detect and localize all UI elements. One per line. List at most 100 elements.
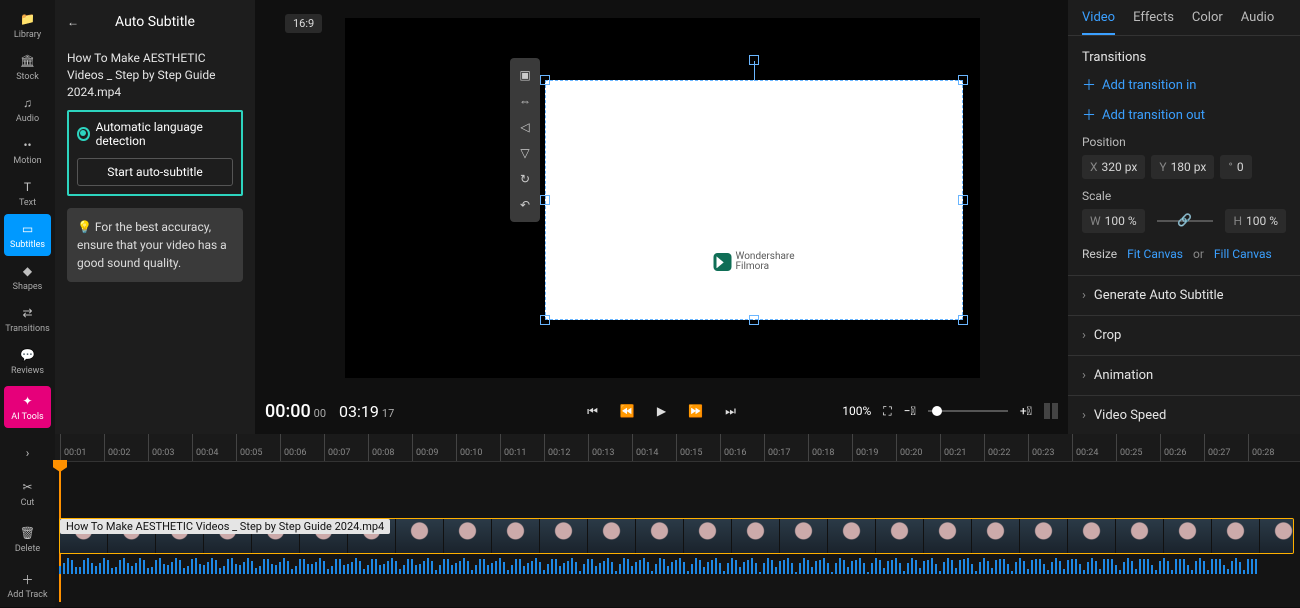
fill-canvas-link[interactable]: Fill Canvas bbox=[1214, 247, 1272, 261]
position-y-field[interactable]: Y180 px bbox=[1151, 155, 1214, 179]
add-transition-out-label: Add transition out bbox=[1102, 108, 1205, 123]
handle-ml[interactable] bbox=[540, 195, 550, 205]
rail-ai-tools[interactable]: ✦AI Tools bbox=[4, 386, 51, 428]
duration: 03:19 bbox=[339, 402, 379, 421]
rotate-handle[interactable] bbox=[749, 55, 759, 65]
forward-button[interactable]: ⏩ bbox=[688, 404, 703, 418]
selected-clip-frame[interactable]: Wondershare Filmora bbox=[545, 80, 963, 320]
inspector-accordions: ›Generate Auto Subtitle ›Crop ›Animation… bbox=[1068, 275, 1300, 436]
undo-icon[interactable]: ↶ bbox=[516, 196, 534, 214]
ruler-label: 00:19 bbox=[856, 448, 878, 458]
ruler-label: 00:14 bbox=[636, 448, 658, 458]
handle-tr[interactable] bbox=[958, 75, 968, 85]
start-auto-subtitle-button[interactable]: Start auto-subtitle bbox=[77, 158, 233, 186]
acc-video-speed[interactable]: ›Video Speed bbox=[1068, 396, 1300, 436]
ruler-label: 00:11 bbox=[504, 448, 526, 458]
tab-effects[interactable]: Effects bbox=[1133, 10, 1174, 35]
ruler-label: 00:17 bbox=[768, 448, 790, 458]
rail-subtitles[interactable]: ▭Subtitles bbox=[4, 214, 51, 256]
fit-tool-icon[interactable]: ⇔ bbox=[516, 92, 534, 110]
fit-canvas-link[interactable]: Fit Canvas bbox=[1127, 247, 1183, 261]
clip-thumb bbox=[1020, 519, 1068, 553]
auto-detect-label: Automatic language detection bbox=[96, 120, 233, 148]
rail-transitions[interactable]: ⇄Transitions bbox=[0, 298, 55, 340]
add-transition-out[interactable]: ＋Add transition out bbox=[1082, 105, 1286, 125]
play-button[interactable]: ▶ bbox=[657, 404, 666, 418]
ruler-tick: 00:27 bbox=[1204, 434, 1205, 461]
playhead-handle-icon[interactable] bbox=[53, 460, 67, 472]
scale-w-field[interactable]: W100 % bbox=[1082, 209, 1145, 233]
ruler-tick: 00:08 bbox=[368, 434, 369, 461]
rail-text[interactable]: TText bbox=[0, 172, 55, 214]
timeline-rail: › ✂Cut 🗑Delete ＋Add Track bbox=[0, 436, 55, 608]
acc-animation[interactable]: ›Animation bbox=[1068, 356, 1300, 396]
lock-icon[interactable]: 🔗 bbox=[1177, 213, 1193, 229]
rail-reviews[interactable]: 💬Reviews bbox=[0, 340, 55, 382]
ruler-tick: 00:06 bbox=[280, 434, 281, 461]
zoom-thumb[interactable] bbox=[932, 406, 942, 416]
auto-detect-row[interactable]: Automatic language detection bbox=[77, 120, 233, 148]
compare-button[interactable] bbox=[1044, 403, 1058, 419]
rail-subtitles-label: Subtitles bbox=[10, 240, 45, 250]
fullscreen-button[interactable]: ⛶ bbox=[883, 404, 891, 419]
tab-audio[interactable]: Audio bbox=[1241, 10, 1274, 35]
scale-slider[interactable]: 🔗 bbox=[1157, 220, 1214, 222]
handle-tl[interactable] bbox=[540, 75, 550, 85]
tab-video[interactable]: Video bbox=[1082, 10, 1115, 35]
rail-delete[interactable]: 🗑Delete bbox=[0, 516, 55, 562]
acc-generate-auto-subtitle[interactable]: ›Generate Auto Subtitle bbox=[1068, 276, 1300, 316]
handle-bl[interactable] bbox=[540, 315, 550, 325]
chevron-right-icon: › bbox=[1082, 288, 1086, 303]
rail-motion[interactable]: ••Motion bbox=[0, 130, 55, 172]
timecode: 00:00 00 03:19 17 bbox=[265, 401, 394, 422]
back-button[interactable]: ← bbox=[67, 15, 79, 29]
scale-h-field[interactable]: H100 % bbox=[1225, 209, 1286, 233]
rail-cut[interactable]: ✂Cut bbox=[0, 470, 55, 516]
chevron-right-icon: › bbox=[1082, 328, 1086, 343]
add-transition-in[interactable]: ＋Add transition in bbox=[1082, 75, 1286, 95]
player-bar: 00:00 00 03:19 17 ⏮ ⏪ ▶ ⏩ ⏭ 100% ⛶ −⃝ +⃝ bbox=[265, 388, 1058, 434]
rotate-cw-icon[interactable]: ↻ bbox=[516, 170, 534, 188]
track-area[interactable]: How To Make AESTHETIC Videos _ Step by S… bbox=[55, 462, 1300, 572]
current-frames: 00 bbox=[314, 407, 326, 420]
x-value: 320 px bbox=[1102, 160, 1138, 174]
clip-thumb bbox=[1068, 519, 1116, 553]
resize-or: or bbox=[1193, 247, 1204, 261]
h-prefix: H bbox=[1233, 214, 1242, 228]
ruler-tick: 00:04 bbox=[192, 434, 193, 461]
position-x-field[interactable]: X320 px bbox=[1082, 155, 1145, 179]
rail-add-track[interactable]: ＋Add Track bbox=[0, 562, 55, 608]
rail-audio[interactable]: ♫Audio bbox=[0, 88, 55, 130]
flip-v-icon[interactable]: ▽ bbox=[516, 144, 534, 162]
rotation-field[interactable]: °0 bbox=[1220, 155, 1251, 179]
rail-stock[interactable]: 🏛Stock bbox=[0, 46, 55, 88]
canvas-area: 16:9 ▣ ⇔ ◁ ▽ ↻ ↶ Wondershare Filmora bbox=[255, 0, 1068, 434]
rewind-button[interactable]: ⏪ bbox=[620, 404, 635, 418]
tab-color[interactable]: Color bbox=[1192, 10, 1223, 35]
ruler-tick: 00:10 bbox=[456, 434, 457, 461]
flip-h-icon[interactable]: ◁ bbox=[516, 118, 534, 136]
skip-end-button[interactable]: ⏭ bbox=[725, 404, 736, 419]
zoom-slider[interactable] bbox=[928, 410, 1008, 412]
video-clip[interactable]: How To Make AESTHETIC Videos _ Step by S… bbox=[59, 518, 1294, 554]
handle-mr[interactable] bbox=[958, 195, 968, 205]
rail-shapes[interactable]: ◆Shapes bbox=[0, 256, 55, 298]
handle-br[interactable] bbox=[958, 315, 968, 325]
timeline: 00:0100:0200:0300:0400:0500:0600:0700:08… bbox=[55, 434, 1300, 607]
zoom-in-button[interactable]: +⃝ bbox=[1020, 404, 1032, 418]
handle-bm[interactable] bbox=[749, 315, 759, 325]
clip-thumb bbox=[396, 519, 444, 553]
plus-icon: ＋ bbox=[1082, 75, 1096, 95]
ruler-label: 00:03 bbox=[152, 448, 174, 458]
rail-expand-toggle[interactable]: › bbox=[0, 436, 55, 470]
skip-start-button[interactable]: ⏮ bbox=[587, 404, 598, 419]
zoom-out-button[interactable]: −⃝ bbox=[904, 404, 916, 418]
rail-text-label: Text bbox=[19, 198, 36, 208]
timeline-ruler[interactable]: 00:0100:0200:0300:0400:0500:0600:0700:08… bbox=[55, 434, 1300, 462]
acc-crop[interactable]: ›Crop bbox=[1068, 316, 1300, 356]
acc-speed-label: Video Speed bbox=[1094, 408, 1166, 423]
rail-library[interactable]: 📁Library bbox=[0, 4, 55, 46]
aspect-ratio-chip[interactable]: 16:9 bbox=[285, 14, 322, 33]
crop-tool-icon[interactable]: ▣ bbox=[516, 66, 534, 84]
ruler-label: 00:07 bbox=[328, 448, 350, 458]
